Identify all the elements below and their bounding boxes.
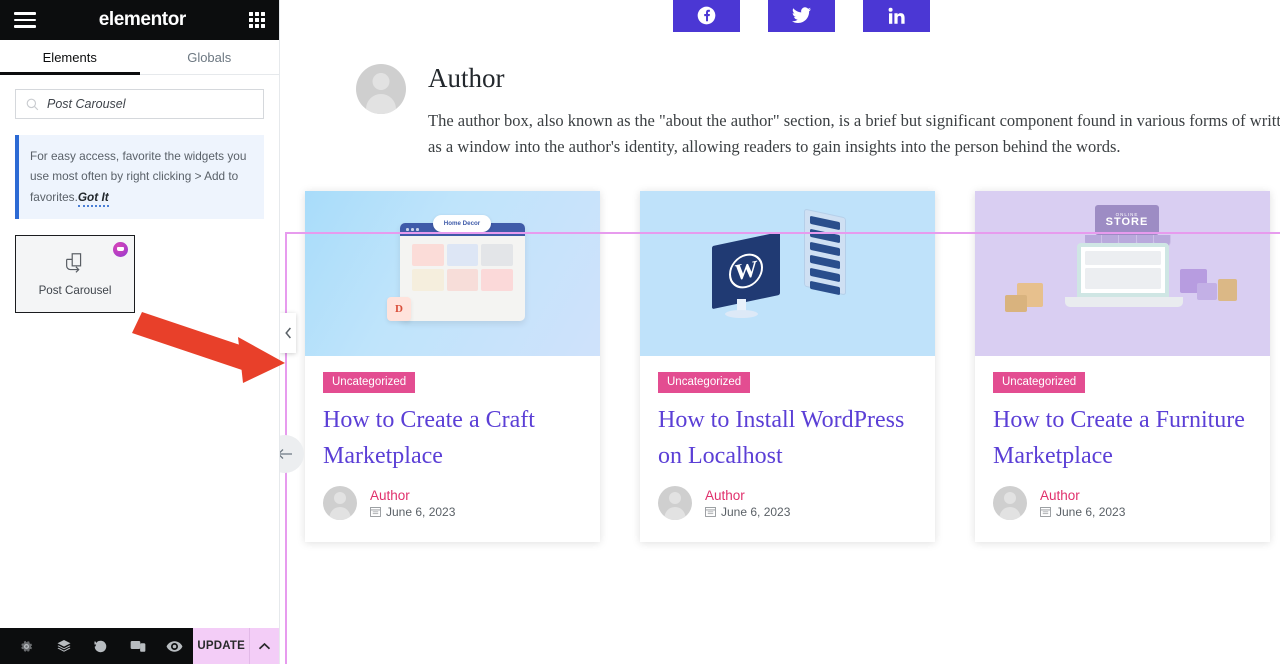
product-grid <box>400 236 525 299</box>
post-category-badge[interactable]: Uncategorized <box>323 372 416 394</box>
server-rack <box>804 208 846 296</box>
share-facebook-button[interactable] <box>673 0 740 32</box>
wordpress-server-illustration: W <box>640 191 935 357</box>
panel-tabs: Elements Globals <box>0 40 279 75</box>
avatar <box>658 486 692 521</box>
apps-grid-icon[interactable] <box>248 11 265 29</box>
post-title[interactable]: How to Create a Craft Marketplace <box>323 402 582 474</box>
favorites-notice: For easy access, favorite the widgets yo… <box>15 135 264 219</box>
search-area: Post Carousel <box>0 75 279 127</box>
panel-footer: UPDATE <box>0 628 279 664</box>
share-linkedin-button[interactable] <box>863 0 930 32</box>
calendar-icon <box>1040 507 1051 518</box>
hamburger-icon[interactable] <box>14 12 36 28</box>
facebook-icon <box>697 6 716 25</box>
post-meta: Author June 6, 2023 <box>658 486 917 521</box>
widget-list: Post Carousel <box>0 219 279 313</box>
shopping-bag <box>1218 279 1237 302</box>
social-share-buttons <box>280 0 1280 32</box>
post-author[interactable]: Author <box>705 488 790 503</box>
editor-canvas: Author The author box, also known as the… <box>280 0 1280 664</box>
notice-text: For easy access, favorite the widgets yo… <box>30 149 247 204</box>
panel-collapse-toggle[interactable] <box>280 313 296 353</box>
laptop-shape <box>1065 243 1183 311</box>
post-meta: Author June 6, 2023 <box>323 486 582 521</box>
tab-globals[interactable]: Globals <box>140 40 280 74</box>
store-sign: ONLINE STORE <box>1095 205 1159 236</box>
gift-box <box>1197 283 1217 301</box>
search-input-value: Post Carousel <box>47 97 126 111</box>
post-category-badge[interactable]: Uncategorized <box>993 372 1086 394</box>
editor-panel: elementor Elements Globals Post Carousel… <box>0 0 280 664</box>
post-card[interactable]: ONLINE STORE Uncategorized How to Create… <box>975 191 1270 543</box>
widget-label: Post Carousel <box>38 283 112 297</box>
monitor-base <box>725 310 758 319</box>
post-card-body: Uncategorized How to Install WordPress o… <box>640 356 935 542</box>
package-box <box>1005 295 1027 313</box>
post-title[interactable]: How to Install WordPress on Localhost <box>658 402 917 474</box>
post-card[interactable]: Home Decor D Uncategorized How to Create… <box>305 191 600 543</box>
preview-icon[interactable] <box>156 628 193 664</box>
laptop-base <box>1065 297 1183 308</box>
elementor-logo: elementor <box>98 9 187 30</box>
post-date: June 6, 2023 <box>386 504 456 519</box>
post-carousel-section: Home Decor D Uncategorized How to Create… <box>280 161 1280 543</box>
tab-elements[interactable]: Elements <box>0 40 140 75</box>
post-author[interactable]: Author <box>1040 488 1125 503</box>
post-date-row: June 6, 2023 <box>705 505 790 519</box>
chevron-left-icon <box>284 327 291 339</box>
post-date: June 6, 2023 <box>1056 504 1126 519</box>
home-decor-illustration: Home Decor D <box>305 191 600 357</box>
linkedin-icon <box>888 7 905 24</box>
wordpress-logo: W <box>729 250 763 292</box>
share-twitter-button[interactable] <box>768 0 835 32</box>
pro-badge-icon <box>113 241 128 257</box>
post-date-row: June 6, 2023 <box>1040 505 1125 519</box>
elementor-editor: elementor Elements Globals Post Carousel… <box>0 0 1280 664</box>
browser-mockup <box>400 223 525 322</box>
layers-icon[interactable] <box>45 628 82 664</box>
responsive-icon[interactable] <box>119 628 156 664</box>
search-input[interactable]: Post Carousel <box>15 89 264 119</box>
author-name: Author <box>428 63 505 93</box>
post-thumbnail: W <box>640 191 935 357</box>
post-carousel-icon <box>66 253 82 273</box>
post-title[interactable]: How to Create a Furniture Marketplace <box>993 402 1252 474</box>
laptop-screen <box>1077 243 1169 298</box>
calendar-icon <box>370 507 381 518</box>
post-category-badge[interactable]: Uncategorized <box>658 372 751 394</box>
thumb-pill-label: Home Decor <box>433 215 491 233</box>
arrow-left-icon <box>280 449 292 459</box>
post-author[interactable]: Author <box>370 488 455 503</box>
chevron-up-icon[interactable] <box>249 628 279 664</box>
monitor-shape: W <box>712 231 780 310</box>
calendar-icon <box>705 507 716 518</box>
store-sign-label: STORE <box>1105 216 1149 229</box>
author-description: The author box, also known as the "about… <box>428 110 1280 157</box>
post-card-body: Uncategorized How to Create a Furniture … <box>975 356 1270 542</box>
online-store-illustration: ONLINE STORE <box>975 191 1270 357</box>
history-icon[interactable] <box>82 628 119 664</box>
post-card-body: Uncategorized How to Create a Craft Mark… <box>305 356 600 542</box>
gear-icon[interactable] <box>8 628 45 664</box>
twitter-icon <box>791 7 811 23</box>
post-card[interactable]: W Uncategorized How to Install WordPress… <box>640 191 935 543</box>
search-icon <box>26 98 39 110</box>
post-meta: Author June 6, 2023 <box>993 486 1252 521</box>
post-date: June 6, 2023 <box>721 504 791 519</box>
panel-header: elementor <box>0 0 279 40</box>
avatar <box>356 64 406 114</box>
thumb-tile-label: D <box>387 297 411 322</box>
author-box: Author The author box, also known as the… <box>280 32 1280 161</box>
post-thumbnail: Home Decor D <box>305 191 600 357</box>
notice-got-it-link[interactable]: Got It <box>77 189 109 207</box>
avatar <box>993 486 1027 521</box>
update-button[interactable]: UPDATE <box>193 628 250 664</box>
post-thumbnail: ONLINE STORE <box>975 191 1270 357</box>
widget-post-carousel[interactable]: Post Carousel <box>15 234 135 313</box>
post-date-row: June 6, 2023 <box>370 505 455 519</box>
avatar <box>323 486 357 521</box>
